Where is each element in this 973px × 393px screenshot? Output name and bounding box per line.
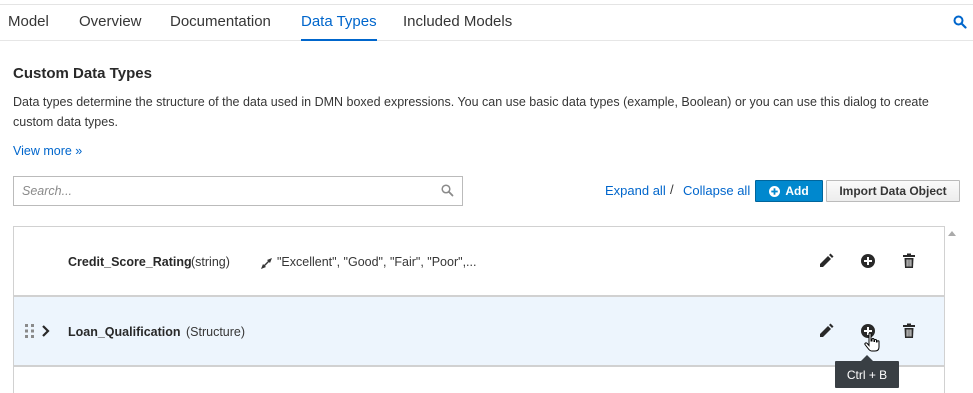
add-nested-field-icon[interactable] [860,253,876,269]
tab-documentation[interactable]: Documentation [170,13,271,41]
add-button[interactable]: Add [755,180,823,202]
data-type-row[interactable]: Credit_Score_Rating (string) "Excellent"… [14,226,944,296]
link-separator: / [670,182,674,197]
search-icon[interactable] [953,15,967,29]
edit-icon[interactable] [818,253,834,269]
section-description: Data types determine the structure of th… [13,95,929,129]
tab-included-models[interactable]: Included Models [403,13,512,41]
section-title: Custom Data Types [13,65,152,82]
constraint-icon [261,258,272,269]
list-divider [13,366,945,367]
tab-overview[interactable]: Overview [79,13,142,41]
collapse-all-link[interactable]: Collapse all [683,183,750,198]
view-more-link[interactable]: View more » [13,144,82,158]
trash-icon[interactable] [901,323,917,339]
trash-icon[interactable] [901,253,917,269]
search-input[interactable] [14,177,434,205]
data-type-name: Loan_Qualification [68,325,181,339]
search-icon [441,184,454,197]
shortcut-tooltip: Ctrl + B [835,361,899,388]
add-button-label: Add [785,184,809,198]
tab-bar: Model Overview Documentation Data Types … [0,5,973,41]
tab-model[interactable]: Model [8,13,49,41]
edit-icon[interactable] [818,323,834,339]
data-type-row[interactable]: Loan_Qualification (Structure) [14,296,944,366]
data-type-type: (string) [191,255,230,269]
scroll-up-arrow-icon[interactable] [947,229,957,237]
search-box [13,176,463,206]
drag-handle-icon[interactable] [25,324,35,338]
hand-cursor-icon [864,333,880,352]
data-type-name: Credit_Score_Rating [68,255,192,269]
tab-data-types[interactable]: Data Types [301,13,377,41]
chevron-right-icon[interactable] [41,325,51,337]
expand-all-link[interactable]: Expand all [605,183,666,198]
data-types-list: Credit_Score_Rating (string) "Excellent"… [13,226,945,393]
data-type-type: (Structure) [186,325,246,339]
import-data-object-button[interactable]: Import Data Object [826,180,960,202]
plus-circle-icon [769,185,781,197]
data-type-constraint: "Excellent", "Good", "Fair", "Poor",... [277,255,477,269]
